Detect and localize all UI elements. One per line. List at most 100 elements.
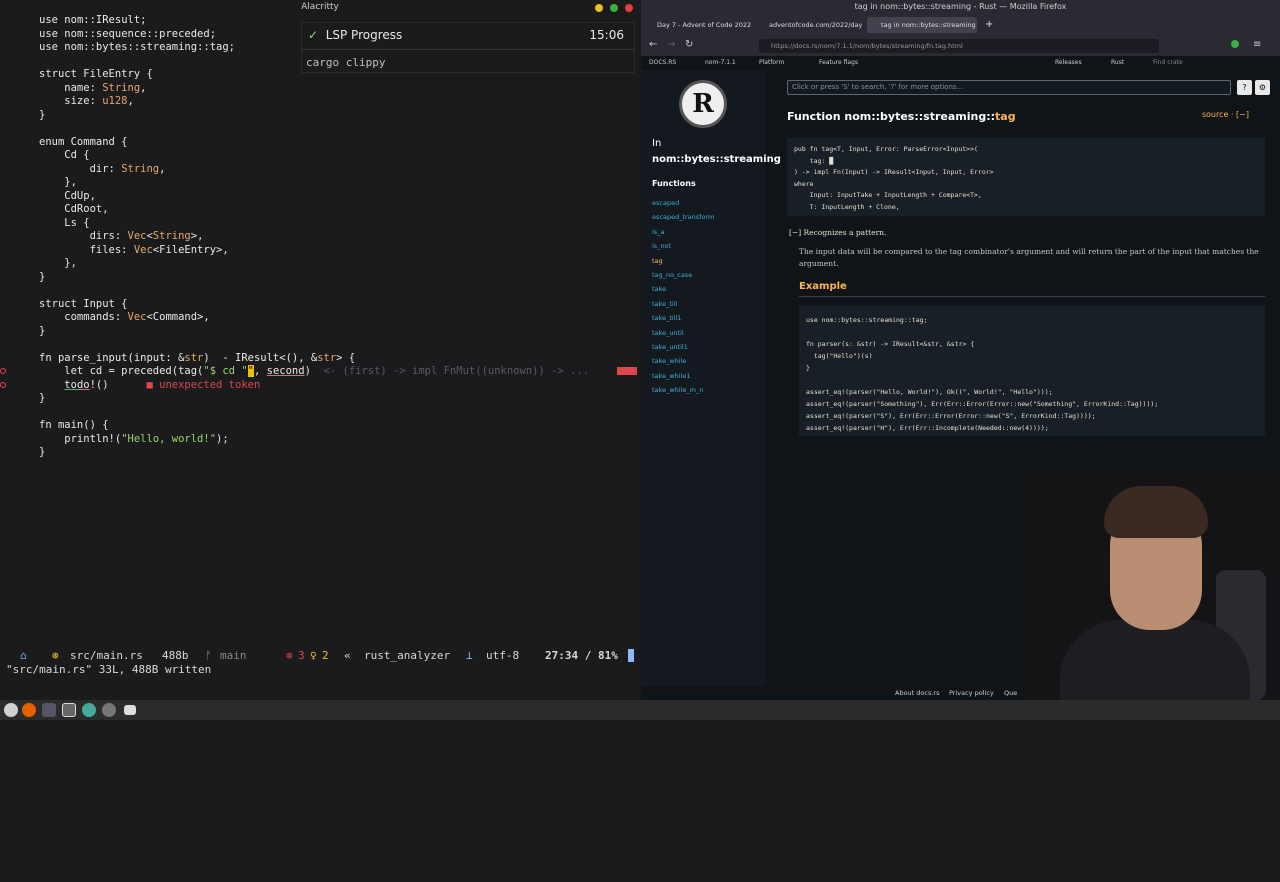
sidebar-function-link[interactable]: is_a [652, 225, 714, 239]
code-token: use [39, 41, 65, 53]
code-line[interactable] [0, 338, 640, 352]
tab-advent-url[interactable]: adventofcode.com/2022/day [755, 17, 865, 33]
minimize-button[interactable] [595, 4, 603, 12]
description: The input data will be compared to the t… [799, 247, 1259, 268]
lsp-icon: « [344, 649, 351, 662]
status-position: 27:34 / 81% [545, 649, 618, 662]
sidebar-function-link[interactable]: escaped [652, 196, 714, 210]
code-line[interactable]: commands: Vec<Command>, [0, 311, 640, 325]
maximize-button[interactable] [610, 4, 618, 12]
back-icon[interactable]: ← [649, 39, 657, 50]
tab-advent-day7[interactable]: Day 7 - Advent of Code 2022 [643, 17, 753, 33]
code-line[interactable]: println!("Hello, world!"); [0, 433, 640, 447]
sidebar-function-link[interactable]: take_while_m_n [652, 383, 714, 397]
sidebar-function-link[interactable]: is_not [652, 239, 714, 253]
code-line[interactable]: Ls { [0, 217, 640, 231]
sidebar-module[interactable]: nom::bytes::streaming [652, 154, 781, 165]
terminal-icon[interactable] [62, 703, 76, 717]
code-line[interactable]: }, [0, 176, 640, 190]
code-line[interactable]: fn main() { [0, 419, 640, 433]
example-code: use nom::bytes::streaming::tag; fn parse… [799, 306, 1265, 436]
code-editor[interactable]: use nom::IResult; use nom::sequence::prec… [0, 14, 640, 460]
sidebar-function-link[interactable]: take_until [652, 326, 714, 340]
code-line[interactable]: Cd { [0, 149, 640, 163]
find-crate-input[interactable]: Find crate [1153, 59, 1183, 66]
summary[interactable]: [−] Recognizes a pattern. [789, 228, 886, 237]
sidebar-function-link[interactable]: escaped_transform [652, 210, 714, 224]
more-link[interactable]: Que [1004, 689, 1017, 697]
platform-menu[interactable]: Platform [759, 59, 784, 66]
chrome-icon[interactable] [82, 703, 96, 717]
help-button[interactable]: ? [1237, 80, 1252, 95]
code-line[interactable]: fn parse_input(input: &str) - IResult<()… [0, 352, 640, 366]
code-token: ); [216, 432, 229, 445]
example-line: use nom::bytes::streaming::tag; [806, 316, 928, 324]
code-line[interactable]: CdRoot, [0, 203, 640, 217]
code-line[interactable]: } [0, 325, 640, 339]
divider [302, 49, 634, 50]
code-token: Vec [127, 311, 147, 323]
code-line[interactable]: CdUp, [0, 190, 640, 204]
code-token: }, [39, 176, 77, 188]
code-line[interactable]: } [0, 446, 640, 460]
start-menu-icon[interactable] [4, 703, 18, 717]
settings-button[interactable]: ⚙ [1255, 80, 1270, 95]
code-line[interactable]: enum Command { [0, 136, 640, 150]
code-line[interactable]: dirs: Vec<String>, [0, 230, 640, 244]
docsrs-logo[interactable]: DOCS.RS [649, 59, 676, 66]
terminal-window[interactable]: Alacritty use nom::IResult; use nom::sequ… [0, 0, 640, 700]
tab-nom-tag[interactable]: tag in nom::bytes::streaming [867, 17, 977, 33]
code-line[interactable]: } [0, 392, 640, 406]
code-line[interactable]: dir: String, [0, 163, 640, 177]
code-line[interactable] [0, 284, 640, 298]
docs-search-input[interactable]: Click or press 'S' to search, '?' for mo… [787, 80, 1231, 95]
code-line[interactable] [0, 122, 640, 136]
forward-icon[interactable]: → [667, 39, 675, 50]
menu-icon[interactable]: ≡ [1253, 39, 1261, 50]
close-button[interactable] [625, 4, 633, 12]
code-line[interactable]: }, [0, 257, 640, 271]
code-line[interactable]: files: Vec<FileEntry>, [0, 244, 640, 258]
code-token: CdRoot, [39, 203, 109, 215]
docsrs-topbar: DOCS.RS nom-7.1.1 Platform Feature flags… [641, 56, 1280, 70]
code-line[interactable] [0, 406, 640, 420]
new-tab-icon[interactable]: + [981, 17, 997, 33]
privacy-link[interactable]: Privacy policy [949, 689, 994, 697]
files-icon[interactable] [42, 703, 56, 717]
feature-flags-link[interactable]: Feature flags [819, 59, 858, 66]
code-token: <FileEntry>, [152, 243, 229, 256]
sidebar-function-link[interactable]: take [652, 282, 714, 296]
firefox-icon[interactable] [22, 703, 36, 717]
code-line[interactable]: size: u128, [0, 95, 640, 109]
code-line[interactable]: let cd = preceded(tag("$ cd "", second) … [0, 365, 640, 379]
sidebar-function-link[interactable]: take_till [652, 297, 714, 311]
example-heading: Example [799, 281, 847, 292]
code-line[interactable]: } [0, 109, 640, 123]
extension-icon[interactable] [1231, 40, 1239, 48]
example-line [806, 374, 1258, 386]
code-line[interactable]: struct Input { [0, 298, 640, 312]
about-link[interactable]: About docs.rs [895, 689, 939, 697]
sidebar-function-link[interactable]: take_while1 [652, 369, 714, 383]
sidebar-function-link[interactable]: take_until1 [652, 340, 714, 354]
rust-logo[interactable]: R [679, 80, 727, 128]
url-input[interactable]: https://docs.rs/nom/7.1.1/nom/bytes/stre… [759, 39, 1159, 53]
sidebar-function-link[interactable]: take_while [652, 354, 714, 368]
sidebar-function-link[interactable]: tag [652, 254, 714, 268]
sidebar-function-link[interactable]: tag_no_case [652, 268, 714, 282]
code-line[interactable]: } [0, 271, 640, 285]
code-line[interactable]: todo!() ■ unexpected token [0, 379, 640, 393]
releases-menu[interactable]: Releases [1055, 59, 1082, 66]
source-link[interactable]: source · [−] [1202, 110, 1249, 119]
sidebar-functions-heading[interactable]: Functions [652, 179, 696, 188]
code-token: , [140, 81, 147, 94]
window-icon[interactable] [124, 705, 136, 715]
settings-icon[interactable] [102, 703, 116, 717]
crate-menu[interactable]: nom-7.1.1 [705, 59, 736, 66]
code-line[interactable]: name: String, [0, 82, 640, 96]
rust-menu[interactable]: Rust [1111, 59, 1124, 66]
encoding-icon: ⊥ [466, 649, 473, 662]
sidebar-function-link[interactable]: take_till1 [652, 311, 714, 325]
code-token: "$ cd " [203, 365, 248, 377]
reload-icon[interactable]: ↻ [685, 39, 693, 50]
